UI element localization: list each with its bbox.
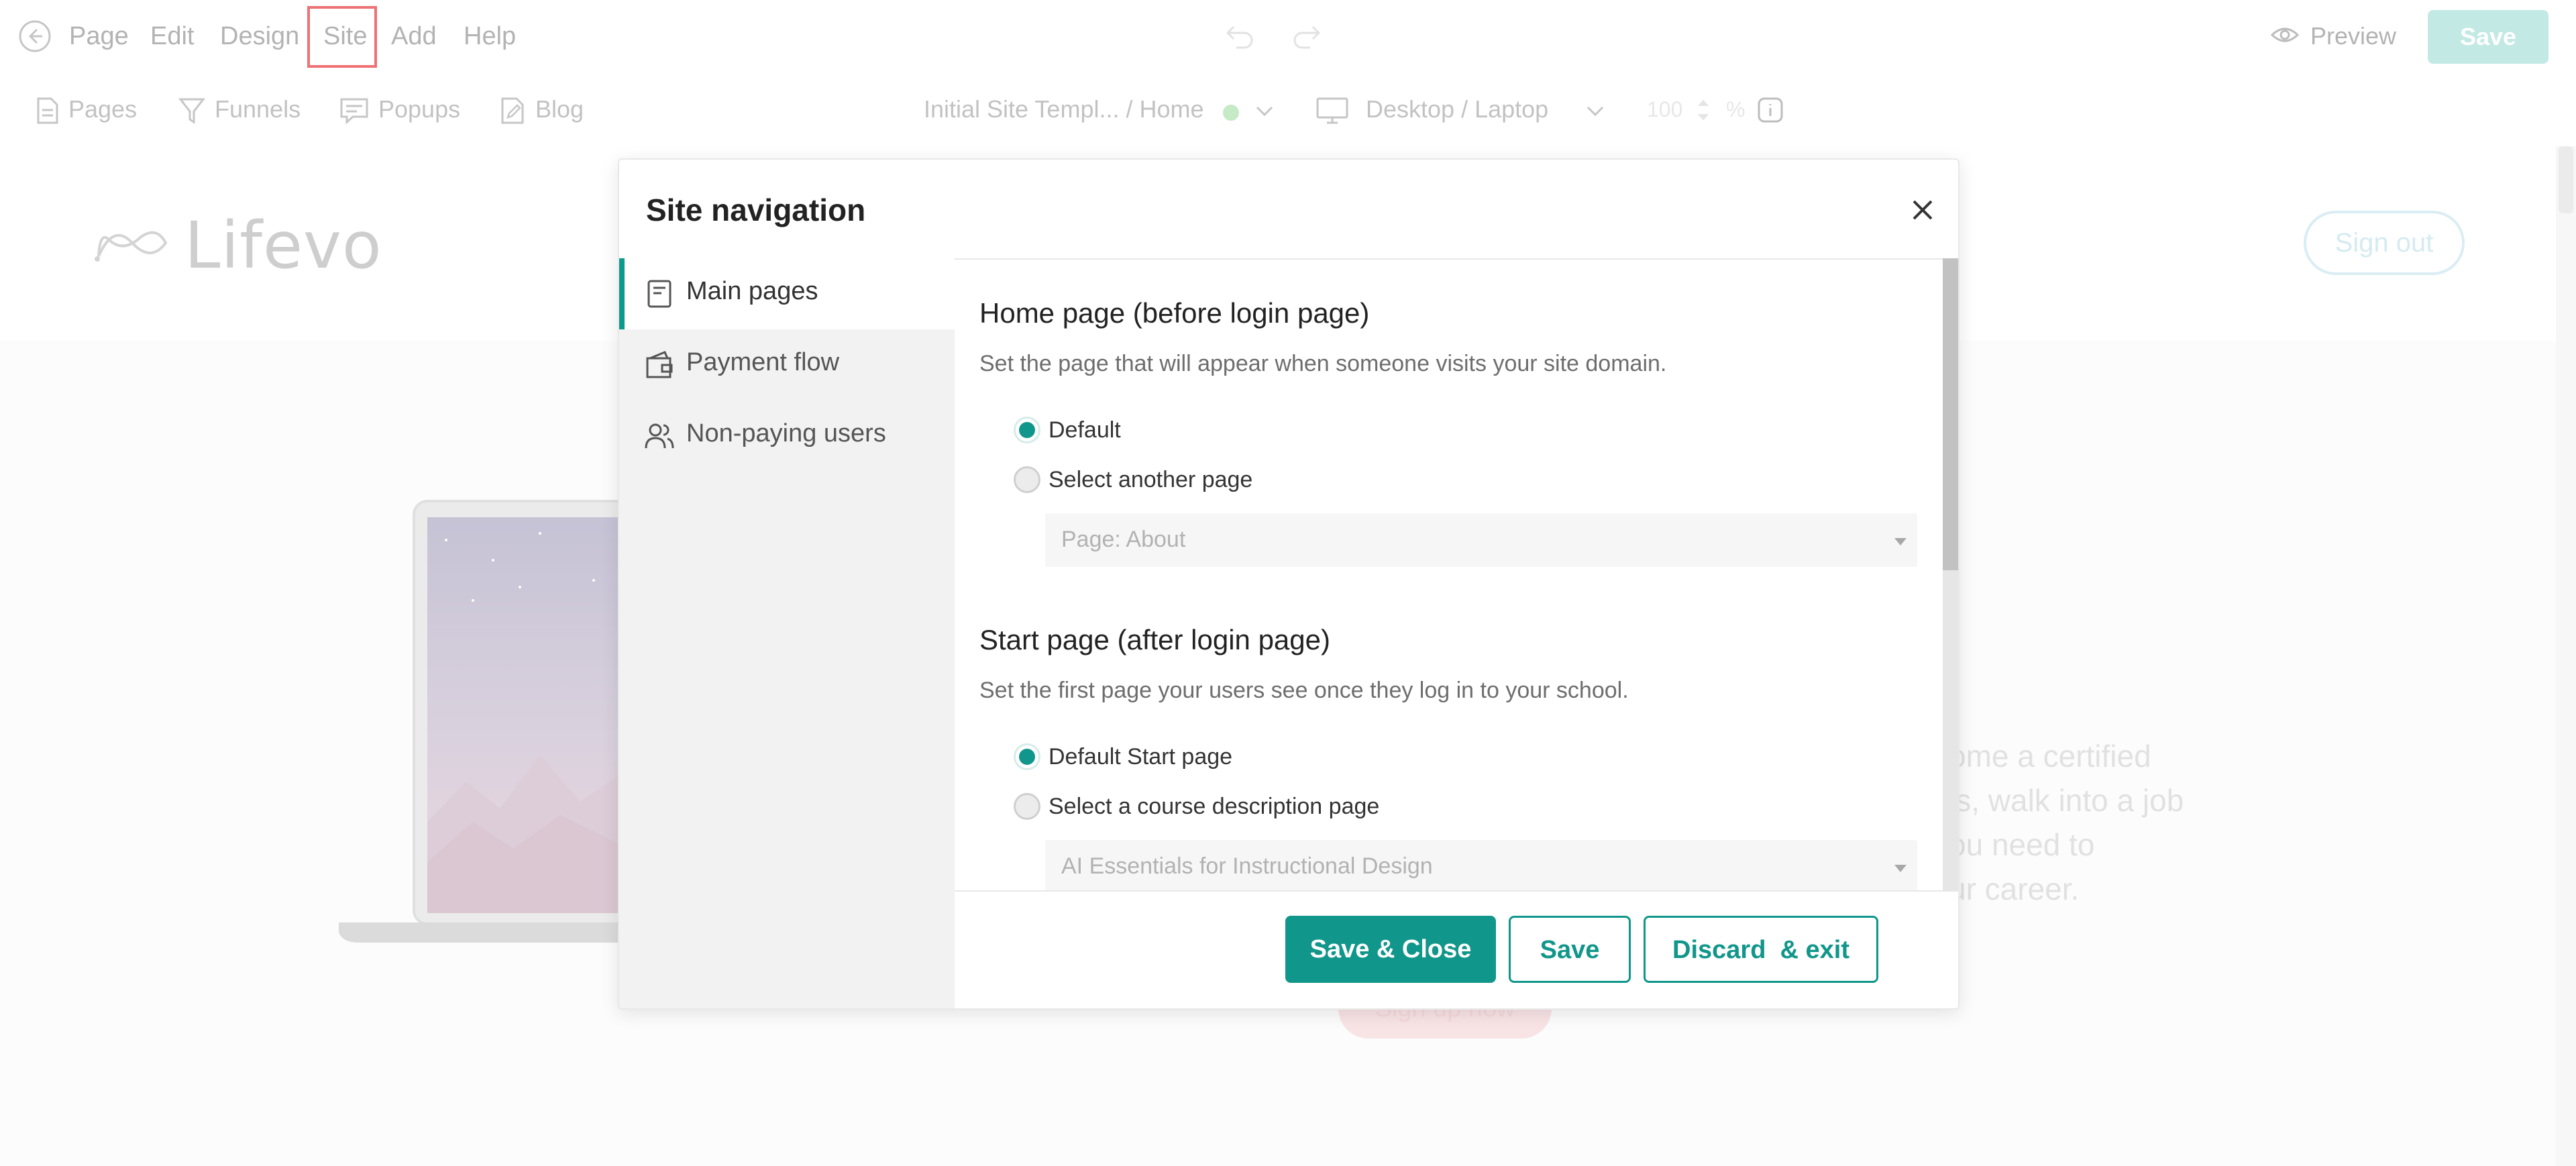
- home-another-page-radio[interactable]: [1014, 466, 1040, 493]
- wallet-icon: [646, 351, 673, 378]
- start-course-page-radio[interactable]: [1014, 793, 1040, 820]
- modal-content: Home page (before login page) Set the pa…: [955, 258, 1943, 890]
- close-icon[interactable]: [1907, 195, 1938, 225]
- site-navigation-modal: Site navigation Main pages Payment flow …: [618, 158, 1960, 1010]
- modal-title: Site navigation: [646, 193, 866, 227]
- modal-footer: Save & Close Save Discard & exit: [955, 890, 1958, 1008]
- save-close-button[interactable]: Save & Close: [1285, 916, 1496, 983]
- start-page-section-title: Start page (after login page): [979, 624, 1330, 655]
- users-icon: [645, 423, 674, 449]
- start-course-select-value: AI Essentials for Instructional Design: [1061, 853, 1433, 879]
- home-another-page-radio-label[interactable]: Select another page: [1049, 467, 1252, 493]
- caret-down-icon: [1894, 865, 1907, 872]
- sidebar-item-non-paying-users[interactable]: Non-paying users: [619, 401, 955, 472]
- sidebar-item-label: Non-paying users: [686, 419, 886, 447]
- caret-down-icon: [1894, 538, 1907, 545]
- sidebar-item-payment-flow[interactable]: Payment flow: [619, 329, 955, 401]
- start-course-select[interactable]: AI Essentials for Instructional Design: [1045, 840, 1917, 890]
- modal-header: Site navigation: [619, 160, 1958, 260]
- save-button[interactable]: Save: [1509, 916, 1631, 983]
- page-icon: [647, 280, 672, 308]
- discard-exit-button[interactable]: Discard & exit: [1644, 916, 1878, 983]
- home-default-radio-label[interactable]: Default: [1049, 417, 1121, 443]
- sidebar-item-label: Payment flow: [686, 348, 840, 376]
- sidebar-item-main-pages[interactable]: Main pages: [619, 258, 955, 329]
- start-course-page-radio-label[interactable]: Select a course description page: [1049, 794, 1379, 820]
- home-page-section-description: Set the page that will appear when someo…: [979, 351, 1667, 376]
- start-default-radio[interactable]: [1014, 743, 1040, 770]
- home-page-select-value: Page: About: [1061, 527, 1186, 552]
- home-page-section-title: Home page (before login page): [979, 297, 1370, 329]
- home-page-select[interactable]: Page: About: [1045, 513, 1917, 567]
- modal-sidebar: Main pages Payment flow Non-paying users: [619, 258, 955, 1008]
- start-page-section-description: Set the first page your users see once t…: [979, 678, 1629, 703]
- modal-content-scrollbar-thumb[interactable]: [1943, 258, 1958, 570]
- sidebar-item-label: Main pages: [686, 277, 818, 305]
- home-default-radio[interactable]: [1014, 417, 1040, 443]
- start-default-radio-label[interactable]: Default Start page: [1049, 744, 1232, 770]
